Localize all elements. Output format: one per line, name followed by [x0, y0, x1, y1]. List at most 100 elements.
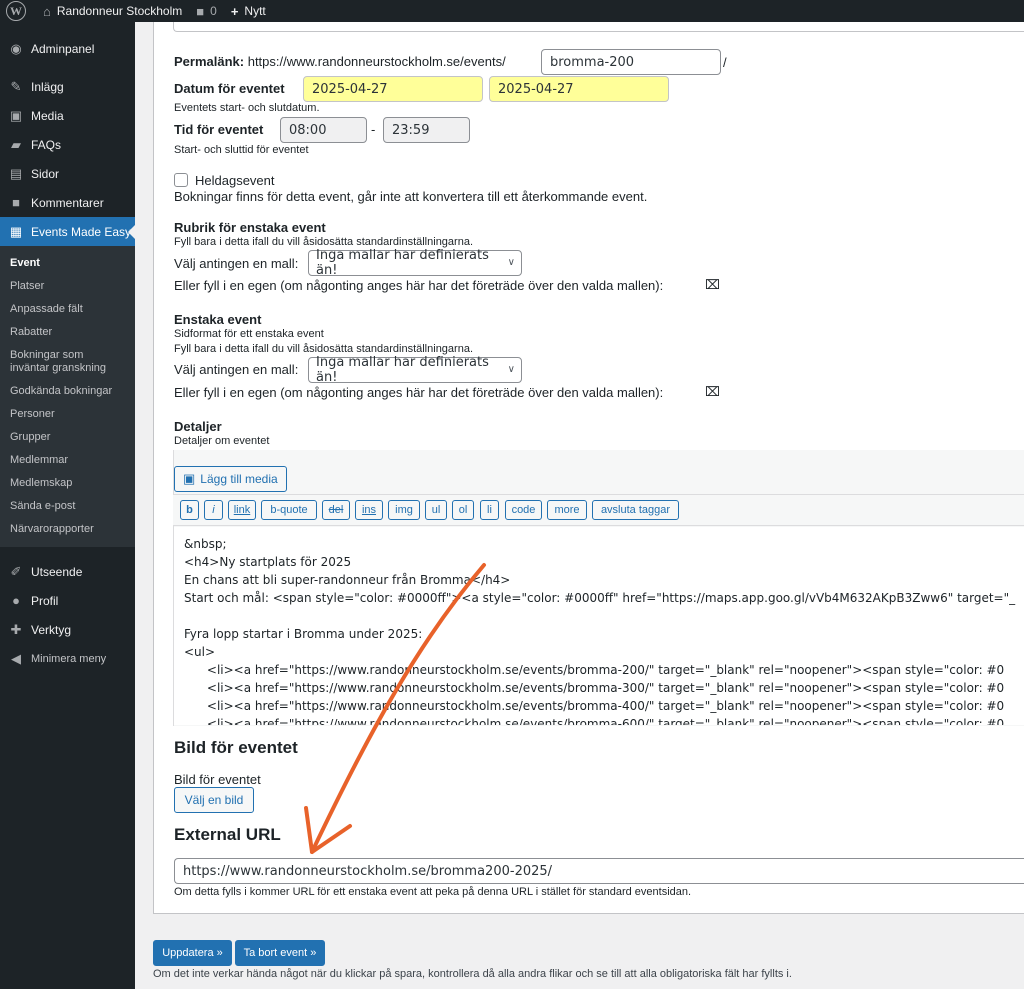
- editor-line: <li><a href="https://www.randonneurstock…: [184, 663, 1005, 677]
- quicktag-del[interactable]: del: [322, 500, 350, 520]
- previous-field-box: [173, 22, 1024, 32]
- menu-label: Profil: [31, 593, 59, 608]
- permalink-row: Permalänk: https://www.randonneurstockho…: [174, 54, 506, 69]
- site-name-link[interactable]: ⌂ Randonneur Stockholm: [33, 0, 189, 22]
- submenu-event[interactable]: Event: [0, 252, 135, 275]
- editor-line: <li><a href="https://www.randonneurstock…: [184, 699, 1005, 713]
- quicktag-close-tags[interactable]: avsluta taggar: [592, 500, 679, 520]
- submenu-locations[interactable]: Platser: [0, 275, 135, 298]
- single-title-template-select[interactable]: Inga mallar har definierats än! ∨: [308, 248, 522, 278]
- permalink-label: Permalänk:: [174, 54, 245, 69]
- events-submenu: Event Platser Anpassade fält Rabatter Bo…: [0, 246, 135, 547]
- choose-image-button[interactable]: Välj en bild: [174, 787, 254, 813]
- pin-icon: ✎: [10, 78, 22, 94]
- submenu-members[interactable]: Medlemmar: [0, 449, 135, 472]
- calendar-icon: ▦: [9, 223, 23, 239]
- menu-tools[interactable]: ✚ Verktyg: [0, 615, 135, 644]
- menu-label: Media: [31, 108, 64, 123]
- menu-label: Adminpanel: [31, 41, 95, 56]
- editor-line: Fyra lopp startar i Bromma under 2025:: [184, 627, 423, 641]
- edit-icon[interactable]: ⌧: [705, 278, 720, 291]
- plus-icon: +: [230, 3, 239, 19]
- quicktag-italic[interactable]: i: [204, 500, 223, 520]
- image-label: Bild för eventet: [174, 772, 261, 787]
- date-end-input[interactable]: 2025-04-27: [489, 76, 669, 102]
- faq-icon: ▰: [11, 136, 21, 152]
- tools-icon: ✚: [10, 621, 22, 637]
- menu-pages[interactable]: ▤ Sidor: [0, 159, 135, 188]
- time-help: Start- och sluttid för eventet: [174, 144, 309, 156]
- menu-events-made-easy[interactable]: ▦ Events Made Easy: [0, 217, 135, 246]
- submenu-discounts[interactable]: Rabatter: [0, 321, 135, 344]
- date-start-input[interactable]: 2025-04-27: [303, 76, 483, 102]
- time-end-input[interactable]: 23:59: [383, 117, 470, 143]
- user-icon: ●: [12, 593, 20, 608]
- quicktag-ins[interactable]: ins: [355, 500, 383, 520]
- submenu-attendance-reports[interactable]: Närvarorapporter: [0, 518, 135, 541]
- menu-collapse[interactable]: ◀ Minimera meny: [0, 644, 135, 673]
- menu-label: Utseende: [31, 564, 83, 579]
- media-icon: ▣: [9, 107, 23, 123]
- media-icon: ▣: [183, 471, 196, 486]
- quicktag-ol[interactable]: ol: [452, 500, 474, 520]
- menu-comments[interactable]: ■ Kommentarer: [0, 188, 135, 217]
- submenu-people[interactable]: Personer: [0, 403, 135, 426]
- selected-option: Inga mallar har definierats än!: [316, 248, 489, 278]
- submenu-memberships[interactable]: Medlemskap: [0, 472, 135, 495]
- editor-line: Start och mål: <span style="color: #0000…: [184, 591, 1016, 605]
- single-title-heading: Rubrik för enstaka event: [174, 220, 326, 235]
- submenu-send-email[interactable]: Sända e-post: [0, 495, 135, 518]
- time-start-input[interactable]: 08:00: [280, 117, 367, 143]
- comments-count: 0: [210, 4, 217, 18]
- quicktag-code[interactable]: code: [505, 500, 542, 520]
- menu-profile[interactable]: ● Profil: [0, 586, 135, 615]
- menu-dashboard[interactable]: ◉ Adminpanel: [0, 34, 135, 63]
- menu-label: Events Made Easy: [31, 224, 132, 239]
- menu-posts[interactable]: ✎ Inlägg: [0, 72, 135, 101]
- choose-template-label: Välj antingen en mall:: [174, 256, 299, 271]
- comments-link[interactable]: ■ 0: [189, 0, 224, 22]
- delete-event-button[interactable]: Ta bort event »: [235, 940, 325, 966]
- submenu-approved-bookings[interactable]: Godkända bokningar: [0, 380, 135, 403]
- add-media-label: Lägg till media: [200, 472, 278, 486]
- single-event-heading: Enstaka event: [174, 312, 262, 327]
- save-note: Om det inte verkar hända något när du kl…: [153, 968, 792, 980]
- edit-icon[interactable]: ⌧: [705, 385, 720, 398]
- new-label: Nytt: [244, 4, 266, 18]
- quicktag-li[interactable]: li: [480, 500, 499, 520]
- new-content-link[interactable]: + Nytt: [224, 0, 273, 22]
- menu-media[interactable]: ▣ Media: [0, 101, 135, 130]
- submenu-custom-fields[interactable]: Anpassade fält: [0, 298, 135, 321]
- update-button[interactable]: Uppdatera »: [153, 940, 232, 966]
- date-label-text: Datum för eventet: [174, 81, 285, 96]
- menu-appearance[interactable]: ✐ Utseende: [0, 557, 135, 586]
- submenu-groups[interactable]: Grupper: [0, 426, 135, 449]
- external-url-heading: External URL: [174, 825, 281, 844]
- external-url-input[interactable]: https://www.randonneurstockholm.se/bromm…: [174, 858, 1024, 884]
- dashboard-icon: ◉: [10, 40, 22, 56]
- submenu-pending-bookings[interactable]: Bokningar som inväntar granskning: [0, 344, 135, 380]
- site-name: Randonneur Stockholm: [56, 4, 183, 18]
- permalink-slug-input[interactable]: bromma-200: [541, 49, 721, 75]
- quicktag-more[interactable]: more: [547, 500, 587, 520]
- single-title-help: Fyll bara i detta ifall du vill åsidosät…: [174, 236, 473, 248]
- quicktag-link[interactable]: link: [228, 500, 256, 520]
- quicktag-ul[interactable]: ul: [425, 500, 447, 520]
- content-textarea[interactable]: &nbsp; <h4>Ny startplats för 2025 En cha…: [173, 527, 1024, 725]
- quicktag-bold[interactable]: b: [180, 500, 199, 520]
- editor-line: &nbsp;: [184, 537, 227, 551]
- wordpress-logo-button[interactable]: W: [0, 0, 33, 22]
- menu-label: FAQs: [31, 137, 62, 152]
- collapse-icon: ◀: [11, 650, 21, 666]
- selected-option: Inga mallar har definierats än!: [316, 355, 489, 385]
- single-event-sub: Sidformat för ett enstaka event: [174, 328, 324, 340]
- allday-checkbox[interactable]: [174, 173, 188, 187]
- single-event-template-select[interactable]: Inga mallar har definierats än! ∨: [308, 355, 522, 385]
- quicktag-bquote[interactable]: b-quote: [261, 500, 317, 520]
- add-media-button[interactable]: ▣ Lägg till media: [174, 466, 287, 492]
- details-sub: Detaljer om eventet: [174, 435, 270, 447]
- allday-help: Bokningar finns för detta event, går int…: [174, 189, 648, 204]
- menu-faqs[interactable]: ▰ FAQs: [0, 130, 135, 159]
- quicktag-img[interactable]: img: [388, 500, 420, 520]
- admin-sidebar: ◉ Adminpanel ✎ Inlägg ▣ Media ▰ FAQs ▤ S…: [0, 22, 135, 989]
